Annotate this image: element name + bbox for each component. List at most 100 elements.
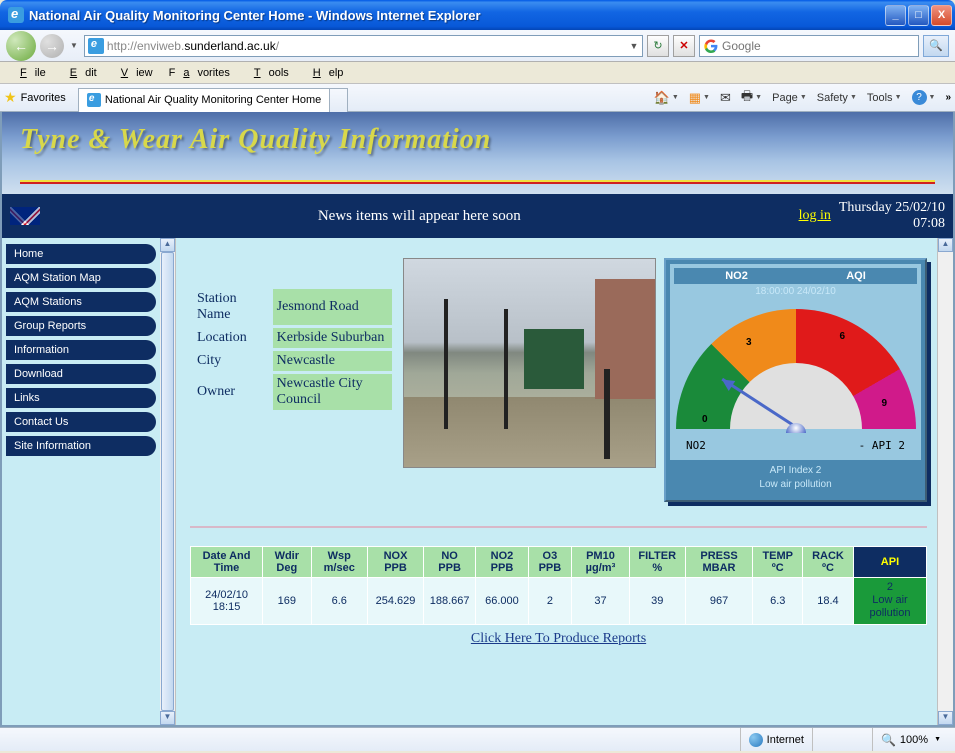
home-button[interactable]: 🏠▼	[650, 87, 683, 109]
favorites-label[interactable]: Favorites	[21, 92, 66, 104]
gauge-api-desc: Low air pollution	[674, 478, 917, 492]
maximize-button[interactable]: □	[908, 5, 929, 26]
scroll-thumb[interactable]	[161, 252, 174, 711]
main-panel: Station NameJesmond Road LocationKerbsid…	[176, 238, 937, 725]
scroll-up-icon[interactable]: ▲	[160, 238, 175, 252]
login-link[interactable]: log in	[799, 208, 831, 224]
datetime-display: Thursday 25/02/10 07:08	[839, 200, 945, 232]
url-host: sunderland.ac.uk	[184, 39, 275, 53]
inner-scrollbar[interactable]: ▲ ▼	[160, 238, 176, 725]
gauge-panel: NO2 AQI 18:00:00 24/02/10 0 3 6	[664, 258, 927, 502]
cell-o3: 2	[528, 578, 571, 625]
page-scrollbar[interactable]: ▲ ▼	[937, 238, 953, 725]
page-scroll-up-icon[interactable]: ▲	[938, 238, 953, 252]
tools-menu[interactable]: Tools▼	[863, 87, 906, 109]
news-ticker: News items will appear here soon	[40, 208, 799, 225]
close-button[interactable]: X	[931, 5, 952, 26]
menu-bar: FFileile Edit View Favorites Tools Help	[0, 62, 955, 84]
address-bar[interactable]: http://enviweb.sunderland.ac.uk/ ▼	[84, 35, 643, 57]
feeds-button[interactable]: ▦▼	[685, 87, 714, 109]
col-datetime: Date And Time	[191, 547, 263, 578]
search-input[interactable]	[722, 39, 914, 53]
zone-label: Internet	[767, 734, 804, 746]
menu-favorites[interactable]: Favorites	[161, 65, 238, 81]
menu-view[interactable]: View	[105, 65, 161, 81]
sidebar-item-group-reports[interactable]: Group Reports	[6, 316, 156, 336]
forward-button[interactable]: →	[40, 34, 64, 58]
sidebar-item-information[interactable]: Information	[6, 340, 156, 360]
sidebar-item-links[interactable]: Links	[6, 388, 156, 408]
read-mail-button[interactable]: ✉	[716, 87, 735, 109]
ie-icon	[8, 7, 24, 23]
menu-help[interactable]: Help	[297, 65, 352, 81]
table-row: 24/02/10 18:15 169 6.6 254.629 188.667 6…	[191, 578, 927, 625]
nav-history-dropdown[interactable]: ▼	[68, 41, 80, 50]
scroll-down-icon[interactable]: ▼	[160, 711, 175, 725]
col-press: PRESS MBAR	[685, 547, 753, 578]
sidebar-item-contact[interactable]: Contact Us	[6, 412, 156, 432]
owner-value: Newcastle City Council	[273, 374, 392, 410]
col-no: NO PPB	[424, 547, 476, 578]
new-tab-button[interactable]	[330, 88, 348, 112]
sidebar-item-home[interactable]: Home	[6, 244, 156, 264]
col-no2: NO2 PPB	[476, 547, 529, 578]
back-button[interactable]: ←	[6, 31, 36, 61]
cell-filter: 39	[629, 578, 685, 625]
sidebar-item-download[interactable]: Download	[6, 364, 156, 384]
stop-button[interactable]: ✕	[673, 35, 695, 57]
protected-mode-cell[interactable]	[812, 728, 872, 751]
station-info-table: Station NameJesmond Road LocationKerbsid…	[190, 286, 395, 413]
col-filter: FILTER %	[629, 547, 685, 578]
cell-api: 2Low air pollution	[853, 578, 926, 625]
col-rack: RACK ºC	[803, 547, 854, 578]
url-prefix: http://enviweb.	[107, 39, 184, 53]
menu-file[interactable]: FFileile	[4, 65, 54, 81]
security-zone[interactable]: Internet	[740, 728, 812, 751]
zoom-icon: 🔍	[881, 733, 896, 747]
page-scroll-down-icon[interactable]: ▼	[938, 711, 953, 725]
cell-wsp: 6.6	[311, 578, 367, 625]
uk-flag-icon[interactable]	[10, 207, 40, 225]
toolbar-overflow[interactable]: »	[945, 92, 951, 103]
page-menu[interactable]: Page▼	[768, 87, 811, 109]
cell-no2: 66.000	[476, 578, 529, 625]
col-o3: O3 PPB	[528, 547, 571, 578]
menu-tools[interactable]: Tools	[238, 65, 297, 81]
station-name-label: Station Name	[193, 289, 270, 325]
minimize-button[interactable]: _	[885, 5, 906, 26]
gauge-api-index: API Index 2	[674, 464, 917, 478]
col-nox: NOX PPB	[368, 547, 424, 578]
safety-menu[interactable]: Safety▼	[813, 87, 861, 109]
search-box[interactable]	[699, 35, 919, 57]
sidebar-item-stations[interactable]: AQM Stations	[6, 292, 156, 312]
browser-tab[interactable]: National Air Quality Monitoring Center H…	[78, 88, 330, 112]
gauge-scale-9: 9	[881, 398, 887, 409]
cell-rack: 18.4	[803, 578, 854, 625]
produce-reports-link[interactable]: Click Here To Produce Reports	[190, 631, 927, 647]
city-label: City	[193, 351, 270, 371]
banner-title: Tyne & Wear Air Quality Information	[20, 124, 935, 156]
search-button[interactable]: 🔍	[923, 35, 949, 57]
sidebar-item-site-info[interactable]: Site Information	[6, 436, 156, 456]
print-button[interactable]: 🖶▼	[737, 87, 766, 109]
favorites-star-icon[interactable]: ★	[4, 89, 17, 106]
cell-nox: 254.629	[368, 578, 424, 625]
cell-press: 967	[685, 578, 753, 625]
zoom-control[interactable]: 🔍 100% ▼	[872, 728, 949, 751]
address-dropdown[interactable]: ▼	[626, 41, 642, 51]
refresh-button[interactable]: ↻	[647, 35, 669, 57]
globe-icon	[749, 733, 763, 747]
gauge-scale-6: 6	[839, 331, 845, 342]
section-divider	[190, 526, 927, 528]
gauge-right-label: AQI	[846, 270, 866, 282]
current-time: 07:08	[839, 216, 945, 232]
help-button[interactable]: ?▼	[908, 87, 940, 109]
city-value: Newcastle	[273, 351, 392, 371]
location-label: Location	[193, 328, 270, 348]
gauge-bottom-left: NO2	[686, 439, 706, 452]
col-pm10: PM10 µg/m³	[572, 547, 630, 578]
url-suffix: /	[276, 39, 279, 53]
sidebar-item-station-map[interactable]: AQM Station Map	[6, 268, 156, 288]
cell-wdir: 169	[263, 578, 311, 625]
menu-edit[interactable]: Edit	[54, 65, 105, 81]
